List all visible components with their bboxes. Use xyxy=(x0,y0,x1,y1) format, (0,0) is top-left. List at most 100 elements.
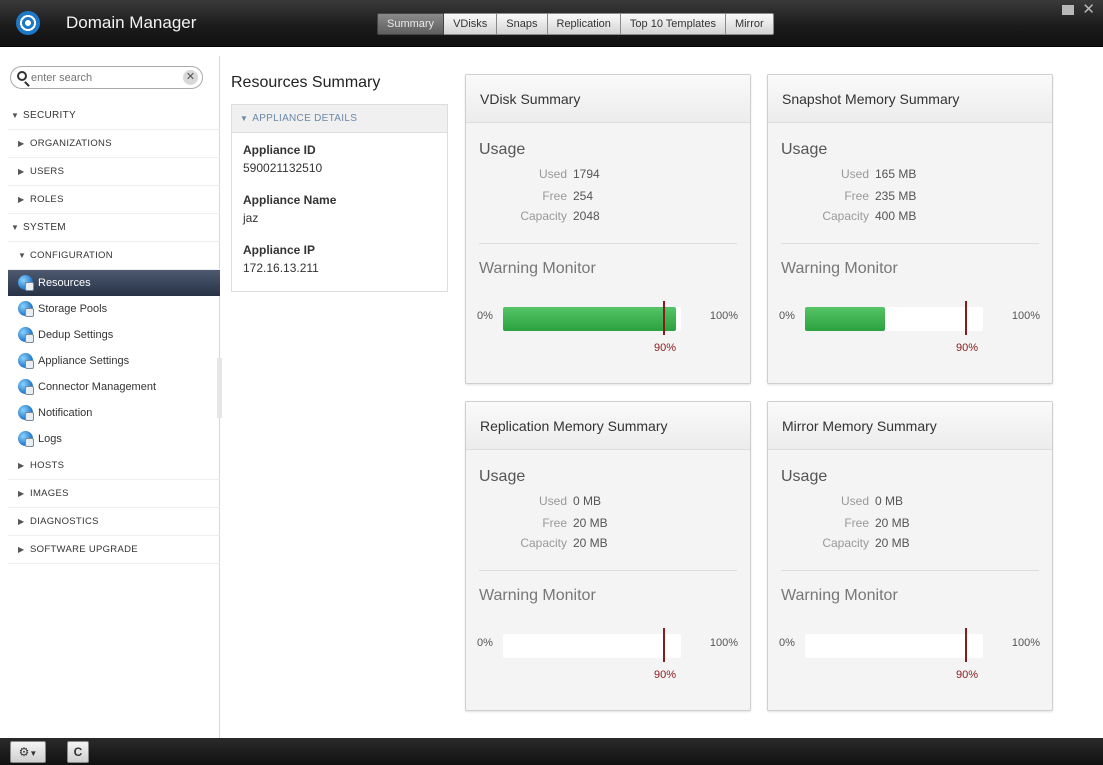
capacity-label: Capacity xyxy=(822,536,869,550)
top-bar: Domain Manager Summary VDisks Snaps Repl… xyxy=(0,0,1103,47)
capacity-value: 20 MB xyxy=(573,536,608,550)
usage-title: Usage xyxy=(781,141,828,158)
collapsed-arrow-icon: ▶ xyxy=(18,139,25,148)
sidebar-nav: ▼ SECURITY ▶ ORGANIZATIONS ▶ USERS ▶ ROLES ▼… xyxy=(8,102,220,564)
sidebar-item-notification[interactable]: Notification xyxy=(8,400,220,426)
tab-replication[interactable]: Replication xyxy=(547,13,621,35)
window-controls: ✕ xyxy=(1062,2,1095,17)
sidebar-item-dedup-settings[interactable]: Dedup Settings xyxy=(8,322,220,348)
globe-icon xyxy=(18,327,34,343)
sidebar-item-label: ORGANIZATIONS xyxy=(30,138,112,149)
sidebar-item-hosts[interactable]: ▶ HOSTS xyxy=(8,452,220,480)
tab-summary[interactable]: Summary xyxy=(377,13,445,35)
appliance-details-title: APPLIANCE DETAILS xyxy=(252,113,358,124)
search-input[interactable] xyxy=(31,69,181,86)
sidebar-item-label: Storage Pools xyxy=(38,303,108,315)
replication-memory-summary-card: Replication Memory Summary Usage Used 0 … xyxy=(465,401,751,711)
free-label: Free xyxy=(542,189,567,203)
appliance-details-panel: ▼ APPLIANCE DETAILS Appliance ID 59002113… xyxy=(231,104,448,292)
free-value: 20 MB xyxy=(573,516,608,530)
globe-icon xyxy=(18,275,34,291)
sidebar-item-roles[interactable]: ▶ ROLES xyxy=(8,186,220,214)
capacity-label: Capacity xyxy=(822,209,869,223)
free-label: Free xyxy=(542,516,567,530)
sidebar-item-label: Dedup Settings xyxy=(38,329,114,341)
tab-snaps[interactable]: Snaps xyxy=(497,13,548,35)
free-value: 235 MB xyxy=(875,189,917,203)
refresh-button[interactable]: C xyxy=(67,741,89,763)
settings-menu-button[interactable]: ⚙▼ xyxy=(10,741,46,763)
card-title: Replication Memory Summary xyxy=(466,402,750,450)
sidebar-item-organizations[interactable]: ▶ ORGANIZATIONS xyxy=(8,130,220,158)
free-value: 20 MB xyxy=(875,516,910,530)
sidebar-item-resources[interactable]: Resources xyxy=(8,270,220,296)
sidebar-item-label: USERS xyxy=(30,166,65,177)
monitor-min-label: 0% xyxy=(477,310,493,322)
sidebar-item-configuration[interactable]: ▼ CONFIGURATION xyxy=(8,242,220,270)
divider xyxy=(781,570,1039,571)
appliance-name-value: jaz xyxy=(243,211,259,225)
sidebar-item-images[interactable]: ▶ IMAGES xyxy=(8,480,220,508)
sidebar-item-logs[interactable]: Logs xyxy=(8,426,220,452)
collapsed-arrow-icon: ▶ xyxy=(18,545,25,554)
sidebar-item-label: Appliance Settings xyxy=(38,355,130,367)
chevron-down-icon: ▼ xyxy=(29,749,38,758)
used-value: 0 MB xyxy=(573,494,602,508)
tab-vdisks[interactable]: VDisks xyxy=(444,13,498,35)
warning-monitor-fill xyxy=(503,307,676,331)
monitor-max-label: 100% xyxy=(1011,637,1040,649)
tab-mirror[interactable]: Mirror xyxy=(725,13,774,35)
used-label: Used xyxy=(840,167,869,181)
appliance-id-value: 590021132510 xyxy=(243,161,323,175)
warning-monitor-title: Warning Monitor xyxy=(781,587,898,604)
sidebar-item-appliance-settings[interactable]: Appliance Settings xyxy=(8,348,220,374)
sidebar-item-storage-pools[interactable]: Storage Pools xyxy=(8,296,220,322)
sidebar-item-label: HOSTS xyxy=(30,460,65,471)
used-label: Used xyxy=(538,494,567,508)
free-label: Free xyxy=(844,189,869,203)
sidebar-item-label: DIAGNOSTICS xyxy=(30,516,99,527)
appliance-ip-label: Appliance IP xyxy=(243,243,316,257)
card-title: Snapshot Memory Summary xyxy=(768,75,1052,123)
sidebar-item-label: Logs xyxy=(38,433,62,445)
appliance-details-header[interactable]: ▼ APPLIANCE DETAILS xyxy=(232,105,447,133)
sidebar-item-connector-management[interactable]: Connector Management xyxy=(8,374,220,400)
warning-monitor-bar xyxy=(503,307,681,331)
sidebar-section-security[interactable]: ▼ SECURITY xyxy=(8,102,220,130)
tab-bar: Summary VDisks Snaps Replication Top 10 … xyxy=(377,13,774,35)
sidebar-item-diagnostics[interactable]: ▶ DIAGNOSTICS xyxy=(8,508,220,536)
sidebar-section-label: SYSTEM xyxy=(23,222,66,233)
warning-monitor-fill xyxy=(805,307,885,331)
divider xyxy=(479,570,737,571)
sidebar-item-software-upgrade[interactable]: ▶ SOFTWARE UPGRADE xyxy=(8,536,220,564)
collapsed-arrow-icon: ▶ xyxy=(18,517,25,526)
collapsed-arrow-icon: ▶ xyxy=(18,461,25,470)
sidebar: ✕ ▼SECURITY ▶ORGANIZATIONS ▶USERS ▶ROLES… xyxy=(8,56,220,738)
sidebar-item-users[interactable]: ▶ USERS xyxy=(8,158,220,186)
sidebar-resize-handle[interactable] xyxy=(217,358,222,418)
monitor-max-label: 100% xyxy=(709,310,738,322)
warning-monitor-bar xyxy=(805,307,983,331)
warning-monitor-bar xyxy=(503,634,681,658)
sidebar-item-label: SOFTWARE UPGRADE xyxy=(30,544,138,555)
snapshot-memory-summary-card: Snapshot Memory Summary Usage Used 165 M… xyxy=(767,74,1053,384)
tab-top-10-templates[interactable]: Top 10 Templates xyxy=(620,13,726,35)
threshold-marker xyxy=(663,628,665,662)
sidebar-item-label: CONFIGURATION xyxy=(30,250,113,261)
globe-icon xyxy=(18,431,34,447)
capacity-value: 400 MB xyxy=(875,209,917,223)
used-value: 1794 xyxy=(573,167,600,181)
free-label: Free xyxy=(844,516,869,530)
gear-icon: ⚙ xyxy=(18,745,30,759)
minimize-icon[interactable] xyxy=(1062,5,1075,15)
used-label: Used xyxy=(538,167,567,181)
warning-monitor-bar xyxy=(805,634,983,658)
sidebar-section-system[interactable]: ▼ SYSTEM xyxy=(8,214,220,242)
sidebar-item-label: IMAGES xyxy=(30,488,69,499)
expanded-arrow-icon: ▼ xyxy=(18,251,27,260)
clear-icon[interactable]: ✕ xyxy=(183,70,198,85)
capacity-value: 20 MB xyxy=(875,536,910,550)
close-icon[interactable]: ✕ xyxy=(1082,2,1095,17)
appliance-id-label: Appliance ID xyxy=(243,143,316,157)
search-box: ✕ xyxy=(10,66,203,89)
